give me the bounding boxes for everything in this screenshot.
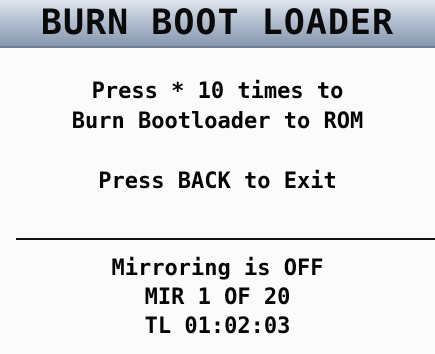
instruction-line-1: Press * 10 times to	[91, 79, 344, 104]
title-bar: BURN BOOT LOADER	[0, 0, 435, 48]
exit-instruction: Press BACK to Exit	[98, 169, 337, 194]
timer-readout: TL 01:02:03	[144, 314, 291, 339]
instruction-line-2: Burn Bootloader to ROM	[71, 109, 364, 134]
mirroring-status: Mirroring is OFF	[111, 256, 324, 281]
page-title: BURN BOOT LOADER	[40, 3, 395, 43]
mirror-index: MIR 1 OF 20	[144, 285, 291, 310]
burn-bootloader-screen: BURN BOOT LOADER Press * 10 times to Bur…	[0, 0, 435, 354]
divider	[16, 238, 435, 240]
